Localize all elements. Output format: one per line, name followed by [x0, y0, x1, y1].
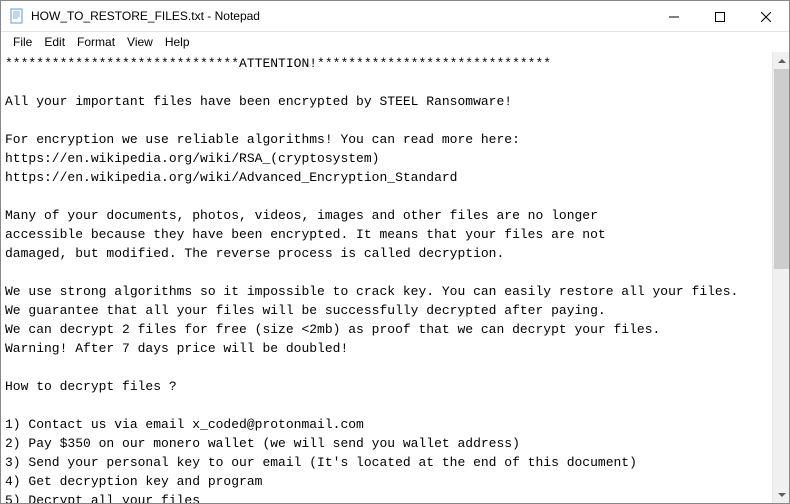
content-wrap: ******************************ATTENTION!…	[1, 52, 789, 503]
maximize-button[interactable]	[697, 1, 743, 32]
titlebar: HOW_TO_RESTORE_FILES.txt - Notepad	[1, 1, 789, 32]
scroll-down-arrow[interactable]	[773, 486, 790, 503]
menu-edit[interactable]: Edit	[38, 33, 71, 51]
vertical-scrollbar[interactable]	[772, 52, 789, 503]
menu-help[interactable]: Help	[159, 33, 196, 51]
menu-file[interactable]: File	[7, 33, 38, 51]
menu-format[interactable]: Format	[71, 33, 121, 51]
menubar: File Edit Format View Help	[1, 32, 789, 52]
close-button[interactable]	[743, 1, 789, 32]
window-controls	[651, 1, 789, 31]
text-area[interactable]: ******************************ATTENTION!…	[1, 52, 772, 503]
menu-view[interactable]: View	[121, 33, 159, 51]
minimize-button[interactable]	[651, 1, 697, 32]
notepad-icon	[9, 8, 25, 24]
window-title: HOW_TO_RESTORE_FILES.txt - Notepad	[31, 9, 651, 23]
scroll-thumb[interactable]	[774, 69, 789, 269]
scroll-up-arrow[interactable]	[773, 52, 790, 69]
